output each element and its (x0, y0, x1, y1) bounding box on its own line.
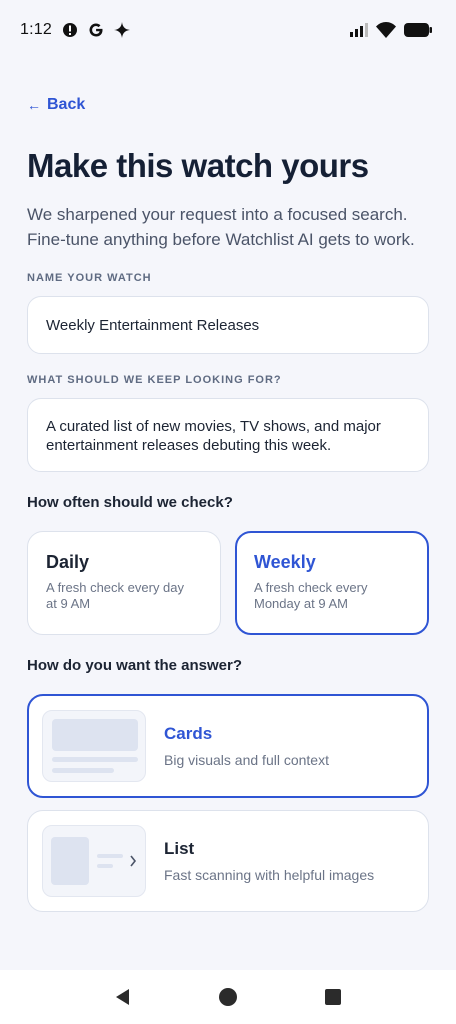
main-content: ← Back Make this watch yours We sharpene… (27, 92, 429, 912)
back-button[interactable]: ← Back (27, 92, 85, 118)
frequency-option-description: A fresh check every day at 9 AM (46, 580, 185, 611)
frequency-option-description: A fresh check every Monday at 9 AM (254, 580, 368, 611)
sparkle-icon (113, 22, 130, 38)
status-right (350, 22, 432, 38)
frequency-option-weekly[interactable]: Weekly A fresh check every Monday at 9 A… (235, 531, 429, 635)
query-field-label: WHAT SHOULD WE KEEP LOOKING FOR? (27, 374, 282, 386)
back-label: Back (47, 96, 86, 113)
system-nav-bar (0, 970, 456, 1024)
format-option-text: Cards Big visuals and full context (164, 724, 329, 768)
format-option-title: Cards (164, 724, 213, 743)
google-g-icon (88, 22, 104, 38)
nav-home-button[interactable] (208, 977, 248, 1017)
status-bar: 1:12 (0, 0, 456, 60)
wifi-icon (376, 22, 396, 38)
format-option-description: Big visuals and full context (164, 752, 329, 768)
frequency-option-daily[interactable]: Daily A fresh check every day at 9 AM (27, 531, 221, 635)
nav-back-button[interactable] (103, 977, 143, 1017)
frequency-option-title: Weekly (254, 552, 316, 572)
recents-square-icon (325, 989, 342, 1005)
page-subtitle: We sharpened your request into a focused… (27, 205, 415, 249)
home-circle-icon (218, 988, 237, 1006)
format-label: How do you want the answer? (27, 657, 243, 674)
list-preview-icon (42, 825, 146, 897)
watch-query-input[interactable]: A curated list of new movies, TV shows, … (27, 398, 429, 472)
signal-icon (350, 23, 368, 37)
name-field-label: NAME YOUR WATCH (27, 272, 152, 284)
cards-preview-icon (42, 710, 146, 782)
status-left: 1:12 (20, 21, 130, 39)
back-triangle-icon (115, 989, 129, 1005)
status-time: 1:12 (20, 21, 52, 38)
format-option-text: List Fast scanning with helpful images (164, 839, 374, 883)
frequency-label: How often should we check? (27, 494, 233, 511)
dnd-icon (62, 22, 78, 38)
format-option-description: Fast scanning with helpful images (164, 867, 375, 883)
nav-recents-button[interactable] (313, 977, 353, 1017)
battery-icon (404, 23, 432, 37)
format-option-list[interactable]: List Fast scanning with helpful images (27, 810, 429, 912)
format-option-title: List (164, 839, 195, 858)
frequency-option-title: Daily (46, 552, 90, 572)
watch-name-input[interactable]: Weekly Entertainment Releases (27, 296, 429, 354)
format-option-cards[interactable]: Cards Big visuals and full context (27, 694, 429, 798)
back-arrow-icon: ← (27, 97, 41, 113)
page-title: Make this watch yours (27, 147, 369, 184)
frequency-options: Daily A fresh check every day at 9 AM We… (27, 531, 429, 635)
